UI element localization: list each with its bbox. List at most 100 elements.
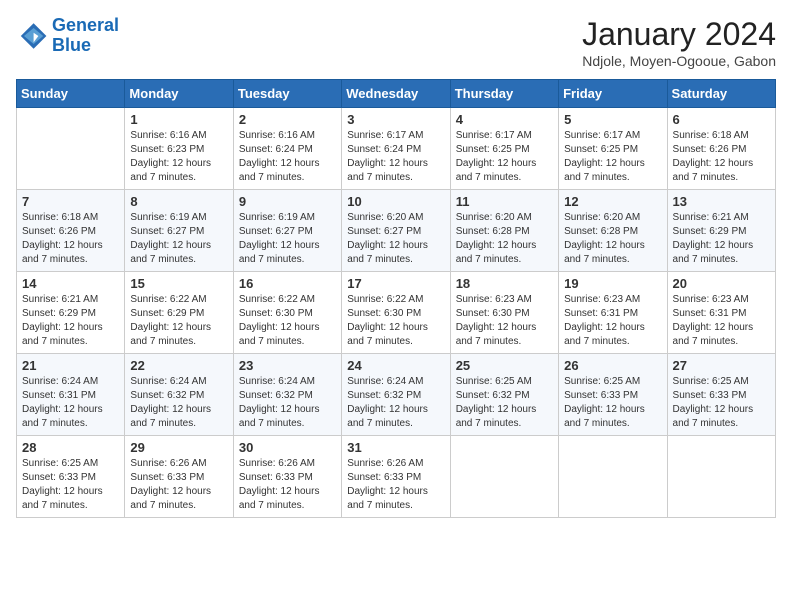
calendar-week-2: 7 Sunrise: 6:18 AM Sunset: 6:26 PM Daylig… xyxy=(17,190,776,272)
day-number: 18 xyxy=(456,276,553,291)
day-number: 19 xyxy=(564,276,661,291)
calendar-cell: 10 Sunrise: 6:20 AM Sunset: 6:27 PM Dayli… xyxy=(342,190,450,272)
day-number: 28 xyxy=(22,440,119,455)
header-monday: Monday xyxy=(125,80,233,108)
cell-info: Sunrise: 6:23 AM Sunset: 6:30 PM Dayligh… xyxy=(456,293,553,349)
day-number: 10 xyxy=(347,194,444,209)
calendar-cell: 5 Sunrise: 6:17 AM Sunset: 6:25 PM Daylig… xyxy=(559,108,667,190)
calendar-cell: 4 Sunrise: 6:17 AM Sunset: 6:25 PM Daylig… xyxy=(450,108,558,190)
calendar-cell: 21Sunrise: 6:24 AM Sunset: 6:31 PM Dayli… xyxy=(17,354,125,436)
day-number: 17 xyxy=(347,276,444,291)
cell-info: Sunrise: 6:22 AM Sunset: 6:30 PM Dayligh… xyxy=(239,293,336,349)
cell-info: Sunrise: 6:25 AM Sunset: 6:33 PM Dayligh… xyxy=(673,375,770,431)
calendar-cell: 29 Sunrise: 6:26 AM Sunset: 6:33 PM Dayli… xyxy=(125,436,233,518)
calendar-cell: 30 Sunrise: 6:26 AM Sunset: 6:33 PM Dayli… xyxy=(233,436,341,518)
day-number: 23 xyxy=(239,358,336,373)
header-friday: Friday xyxy=(559,80,667,108)
header-thursday: Thursday xyxy=(450,80,558,108)
cell-info: Sunrise: 6:26 AM Sunset: 6:33 PM Dayligh… xyxy=(130,457,227,513)
calendar-cell: 8Sunrise: 6:19 AM Sunset: 6:27 PM Daylig… xyxy=(125,190,233,272)
day-number: 22 xyxy=(130,358,227,373)
day-number: 4 xyxy=(456,112,553,127)
calendar-cell: 26 Sunrise: 6:25 AM Sunset: 6:33 PM Dayli… xyxy=(559,354,667,436)
cell-info: Sunrise: 6:23 AM Sunset: 6:31 PM Dayligh… xyxy=(564,293,661,349)
day-number: 5 xyxy=(564,112,661,127)
header-sunday: Sunday xyxy=(17,80,125,108)
cell-info: Sunrise: 6:23 AM Sunset: 6:31 PM Dayligh… xyxy=(673,293,770,349)
cell-info: Sunrise: 6:24 AM Sunset: 6:32 PM Dayligh… xyxy=(239,375,336,431)
calendar-cell: 14 Sunrise: 6:21 AM Sunset: 6:29 PM Dayli… xyxy=(17,272,125,354)
day-number: 20 xyxy=(673,276,770,291)
day-number: 8 xyxy=(130,194,227,209)
cell-info: Sunrise: 6:20 AM Sunset: 6:28 PM Dayligh… xyxy=(456,211,553,267)
day-number: 6 xyxy=(673,112,770,127)
day-number: 11 xyxy=(456,194,553,209)
calendar-cell: 25Sunrise: 6:25 AM Sunset: 6:32 PM Dayli… xyxy=(450,354,558,436)
cell-info: Sunrise: 6:17 AM Sunset: 6:25 PM Dayligh… xyxy=(456,129,553,185)
day-number: 21 xyxy=(22,358,119,373)
calendar-cell: 15Sunrise: 6:22 AM Sunset: 6:29 PM Dayli… xyxy=(125,272,233,354)
header-saturday: Saturday xyxy=(667,80,775,108)
cell-info: Sunrise: 6:20 AM Sunset: 6:28 PM Dayligh… xyxy=(564,211,661,267)
calendar-week-5: 28Sunrise: 6:25 AM Sunset: 6:33 PM Dayli… xyxy=(17,436,776,518)
cell-info: Sunrise: 6:18 AM Sunset: 6:26 PM Dayligh… xyxy=(22,211,119,267)
calendar-cell: 9 Sunrise: 6:19 AM Sunset: 6:27 PM Daylig… xyxy=(233,190,341,272)
day-number: 9 xyxy=(239,194,336,209)
calendar-header-row: SundayMondayTuesdayWednesdayThursdayFrid… xyxy=(17,80,776,108)
calendar-cell xyxy=(559,436,667,518)
day-number: 29 xyxy=(130,440,227,455)
calendar-cell: 31Sunrise: 6:26 AM Sunset: 6:33 PM Dayli… xyxy=(342,436,450,518)
calendar-cell xyxy=(450,436,558,518)
day-number: 12 xyxy=(564,194,661,209)
day-number: 1 xyxy=(130,112,227,127)
logo-text: GeneralBlue xyxy=(52,16,119,56)
calendar-cell: 12 Sunrise: 6:20 AM Sunset: 6:28 PM Dayli… xyxy=(559,190,667,272)
calendar-cell: 24 Sunrise: 6:24 AM Sunset: 6:32 PM Dayli… xyxy=(342,354,450,436)
day-number: 16 xyxy=(239,276,336,291)
day-number: 30 xyxy=(239,440,336,455)
calendar-cell: 3 Sunrise: 6:17 AM Sunset: 6:24 PM Daylig… xyxy=(342,108,450,190)
calendar-cell xyxy=(17,108,125,190)
calendar-cell: 11 Sunrise: 6:20 AM Sunset: 6:28 PM Dayli… xyxy=(450,190,558,272)
cell-info: Sunrise: 6:26 AM Sunset: 6:33 PM Dayligh… xyxy=(239,457,336,513)
calendar-cell: 2Sunrise: 6:16 AM Sunset: 6:24 PM Daylig… xyxy=(233,108,341,190)
day-number: 13 xyxy=(673,194,770,209)
calendar-cell: 17 Sunrise: 6:22 AM Sunset: 6:30 PM Dayli… xyxy=(342,272,450,354)
calendar-cell: 20 Sunrise: 6:23 AM Sunset: 6:31 PM Dayli… xyxy=(667,272,775,354)
cell-info: Sunrise: 6:22 AM Sunset: 6:30 PM Dayligh… xyxy=(347,293,444,349)
day-number: 27 xyxy=(673,358,770,373)
cell-info: Sunrise: 6:17 AM Sunset: 6:25 PM Dayligh… xyxy=(564,129,661,185)
calendar-cell: 13 Sunrise: 6:21 AM Sunset: 6:29 PM Dayli… xyxy=(667,190,775,272)
cell-info: Sunrise: 6:21 AM Sunset: 6:29 PM Dayligh… xyxy=(673,211,770,267)
cell-info: Sunrise: 6:17 AM Sunset: 6:24 PM Dayligh… xyxy=(347,129,444,185)
day-number: 14 xyxy=(22,276,119,291)
day-number: 7 xyxy=(22,194,119,209)
logo-icon xyxy=(16,20,48,52)
calendar-cell: 6 Sunrise: 6:18 AM Sunset: 6:26 PM Daylig… xyxy=(667,108,775,190)
day-number: 3 xyxy=(347,112,444,127)
cell-info: Sunrise: 6:16 AM Sunset: 6:23 PM Dayligh… xyxy=(130,129,227,185)
cell-info: Sunrise: 6:25 AM Sunset: 6:33 PM Dayligh… xyxy=(564,375,661,431)
title-block: January 2024 Ndjole, Moyen-Ogooue, Gabon xyxy=(582,16,776,69)
header-wednesday: Wednesday xyxy=(342,80,450,108)
calendar-cell: 18 Sunrise: 6:23 AM Sunset: 6:30 PM Dayli… xyxy=(450,272,558,354)
cell-info: Sunrise: 6:24 AM Sunset: 6:32 PM Dayligh… xyxy=(130,375,227,431)
day-number: 25 xyxy=(456,358,553,373)
cell-info: Sunrise: 6:24 AM Sunset: 6:32 PM Dayligh… xyxy=(347,375,444,431)
cell-info: Sunrise: 6:20 AM Sunset: 6:27 PM Dayligh… xyxy=(347,211,444,267)
calendar-cell: 23 Sunrise: 6:24 AM Sunset: 6:32 PM Dayli… xyxy=(233,354,341,436)
cell-info: Sunrise: 6:21 AM Sunset: 6:29 PM Dayligh… xyxy=(22,293,119,349)
cell-info: Sunrise: 6:16 AM Sunset: 6:24 PM Dayligh… xyxy=(239,129,336,185)
day-number: 31 xyxy=(347,440,444,455)
calendar-cell: 1 Sunrise: 6:16 AM Sunset: 6:23 PM Daylig… xyxy=(125,108,233,190)
day-number: 24 xyxy=(347,358,444,373)
calendar-table: SundayMondayTuesdayWednesdayThursdayFrid… xyxy=(16,79,776,518)
header-tuesday: Tuesday xyxy=(233,80,341,108)
day-number: 15 xyxy=(130,276,227,291)
logo: GeneralBlue xyxy=(16,16,119,56)
month-title: January 2024 xyxy=(582,16,776,53)
cell-info: Sunrise: 6:19 AM Sunset: 6:27 PM Dayligh… xyxy=(239,211,336,267)
day-number: 26 xyxy=(564,358,661,373)
calendar-cell: 28Sunrise: 6:25 AM Sunset: 6:33 PM Dayli… xyxy=(17,436,125,518)
cell-info: Sunrise: 6:18 AM Sunset: 6:26 PM Dayligh… xyxy=(673,129,770,185)
